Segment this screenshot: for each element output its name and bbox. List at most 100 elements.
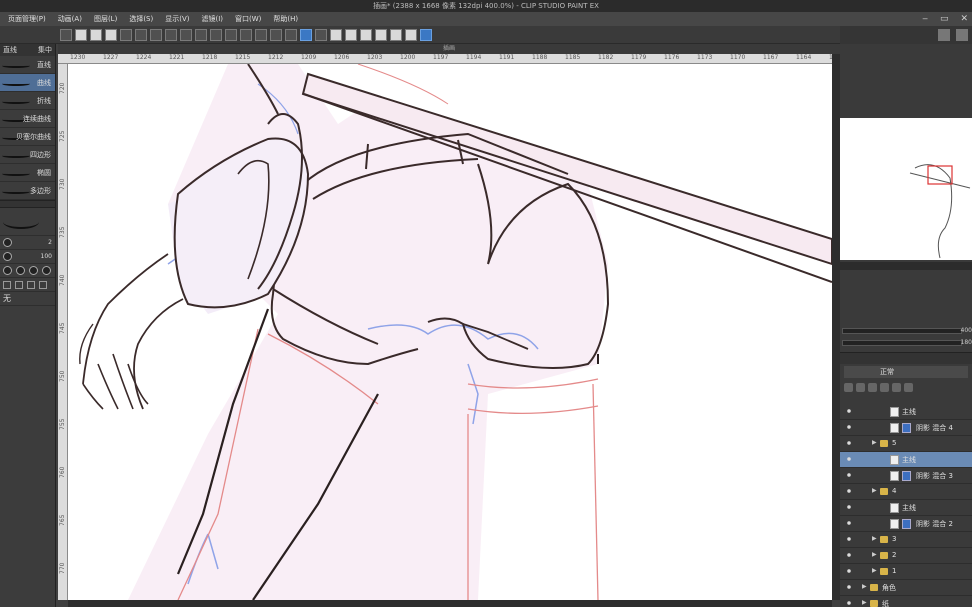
folder-expand-icon[interactable]: ▶ — [862, 583, 867, 590]
menu-item[interactable]: 动画(A) — [52, 14, 88, 24]
layer-row[interactable]: 阴影 混合 2 — [840, 516, 972, 532]
redo-icon[interactable] — [135, 28, 147, 41]
brush-tip-4-icon[interactable] — [42, 266, 51, 275]
copy-icon[interactable] — [240, 28, 252, 41]
maximize-icon[interactable]: ▭ — [940, 14, 949, 24]
lock-icon[interactable] — [868, 382, 877, 392]
folder-expand-icon[interactable]: ▶ — [872, 551, 877, 558]
folder-expand-icon[interactable]: ▶ — [872, 487, 877, 494]
folder-expand-icon[interactable]: ▶ — [872, 535, 877, 542]
layer-row[interactable]: ▶ 5 — [840, 436, 972, 452]
visibility-eye-icon[interactable] — [846, 568, 852, 574]
new-folder-icon[interactable] — [856, 382, 865, 392]
layer-row[interactable]: 阴影 混合 4 — [840, 420, 972, 436]
visibility-eye-icon[interactable] — [846, 456, 852, 462]
minimize-icon[interactable]: ‒ — [922, 14, 928, 24]
frame-3-icon[interactable] — [360, 28, 372, 41]
page-icon[interactable] — [405, 28, 417, 41]
save-icon[interactable] — [105, 28, 117, 41]
canvas-vertical-scrollbar[interactable] — [832, 54, 840, 600]
opacity-field[interactable]: 100 — [0, 250, 55, 264]
menu-item[interactable]: 窗口(W) — [229, 14, 267, 24]
layer-row[interactable]: 主线 — [840, 404, 972, 420]
shape-4-icon[interactable] — [39, 280, 47, 289]
menu-item[interactable]: 选择(S) — [123, 14, 159, 24]
shape-1-icon[interactable] — [3, 280, 11, 289]
rotate-slider[interactable] — [842, 340, 962, 346]
canvas-tab[interactable]: 插画 — [58, 44, 840, 54]
brush-tip-selector[interactable] — [0, 264, 55, 278]
visibility-eye-icon[interactable] — [846, 552, 852, 558]
drawing-canvas[interactable] — [68, 64, 832, 600]
new-file-icon[interactable] — [75, 28, 87, 41]
layer-panel-tabs[interactable] — [840, 352, 972, 364]
visibility-eye-icon[interactable] — [846, 536, 852, 542]
transform-icon[interactable] — [180, 28, 192, 41]
visibility-eye-icon[interactable] — [846, 488, 852, 494]
folder-expand-icon[interactable]: ▶ — [862, 599, 867, 606]
sub-tool-item[interactable]: 椭圆 — [0, 164, 55, 182]
fill-icon[interactable] — [210, 28, 222, 41]
brush-tip-2-icon[interactable] — [16, 266, 25, 275]
cut-icon[interactable] — [225, 28, 237, 41]
sub-tool-item[interactable]: 贝塞尔曲线 — [0, 128, 55, 146]
shape-2-icon[interactable] — [15, 280, 23, 289]
sub-tool-item[interactable]: 四边形 — [0, 146, 55, 164]
perspective-icon[interactable] — [300, 28, 312, 41]
visibility-eye-icon[interactable] — [846, 472, 852, 478]
layer-row[interactable]: ▶ 纸 — [840, 596, 972, 607]
opacity-value[interactable]: 100 — [41, 253, 52, 260]
blend-mode-select[interactable]: 正常 — [844, 366, 968, 378]
menu-item[interactable]: 页面管理(P) — [2, 14, 52, 24]
frame-2-icon[interactable] — [345, 28, 357, 41]
layer-row[interactable]: ▶ 3 — [840, 532, 972, 548]
crop-icon[interactable] — [195, 28, 207, 41]
menu-item[interactable]: 滤镜(I) — [196, 14, 230, 24]
frame-4-icon[interactable] — [375, 28, 387, 41]
layer-row[interactable]: 主线 — [840, 452, 972, 468]
undo-icon[interactable] — [120, 28, 132, 41]
window-icon[interactable] — [420, 28, 432, 41]
visibility-eye-icon[interactable] — [846, 584, 852, 590]
brush-tip-1-icon[interactable] — [3, 266, 12, 275]
visibility-eye-icon[interactable] — [846, 600, 852, 606]
brush-size-value[interactable]: 2 — [48, 239, 52, 246]
brush-size-field[interactable]: 2 — [0, 236, 55, 250]
open-file-icon[interactable] — [90, 28, 102, 41]
shape-selector[interactable] — [0, 278, 55, 292]
layer-row[interactable]: 主线 — [840, 500, 972, 516]
brush-tip-3-icon[interactable] — [29, 266, 38, 275]
brush-size-preview[interactable] — [0, 208, 55, 236]
visibility-eye-icon[interactable] — [846, 504, 852, 510]
snap-icon[interactable] — [270, 28, 282, 41]
anti-alias-field[interactable]: 无 — [0, 292, 55, 306]
select-icon[interactable] — [165, 28, 177, 41]
sub-tool-item[interactable]: 多边形 — [0, 182, 55, 200]
sub-tool-item[interactable]: 曲线 — [0, 74, 55, 92]
frame-1-icon[interactable] — [330, 28, 342, 41]
sub-tool-tab-focus[interactable]: 集中 — [38, 45, 52, 55]
layout-icon[interactable] — [60, 28, 72, 41]
visibility-eye-icon[interactable] — [846, 408, 852, 414]
menu-item[interactable]: 帮助(H) — [267, 14, 304, 24]
ruler-icon[interactable] — [285, 28, 297, 41]
folder-expand-icon[interactable]: ▶ — [872, 439, 877, 446]
navigator-preview[interactable] — [840, 118, 972, 260]
clip-icon[interactable] — [880, 382, 889, 392]
sub-tool-item[interactable]: 直线 — [0, 56, 55, 74]
sub-tool-tab-line[interactable]: 直线 — [3, 45, 17, 55]
layer-row[interactable]: ▶ 角色 — [840, 580, 972, 596]
visibility-eye-icon[interactable] — [846, 424, 852, 430]
reference-icon[interactable] — [892, 382, 901, 392]
menu-item[interactable]: 图层(L) — [88, 14, 123, 24]
folder-expand-icon[interactable]: ▶ — [872, 567, 877, 574]
layer-row[interactable]: ▶ 1 — [840, 564, 972, 580]
panel-close-icon[interactable] — [956, 29, 968, 41]
layer-row[interactable]: ▶ 4 — [840, 484, 972, 500]
new-layer-icon[interactable] — [844, 382, 853, 392]
visibility-eye-icon[interactable] — [846, 520, 852, 526]
menu-item[interactable]: 显示(V) — [159, 14, 195, 24]
shape-3-icon[interactable] — [27, 280, 35, 289]
visibility-eye-icon[interactable] — [846, 440, 852, 446]
zoom-slider[interactable] — [842, 328, 962, 334]
